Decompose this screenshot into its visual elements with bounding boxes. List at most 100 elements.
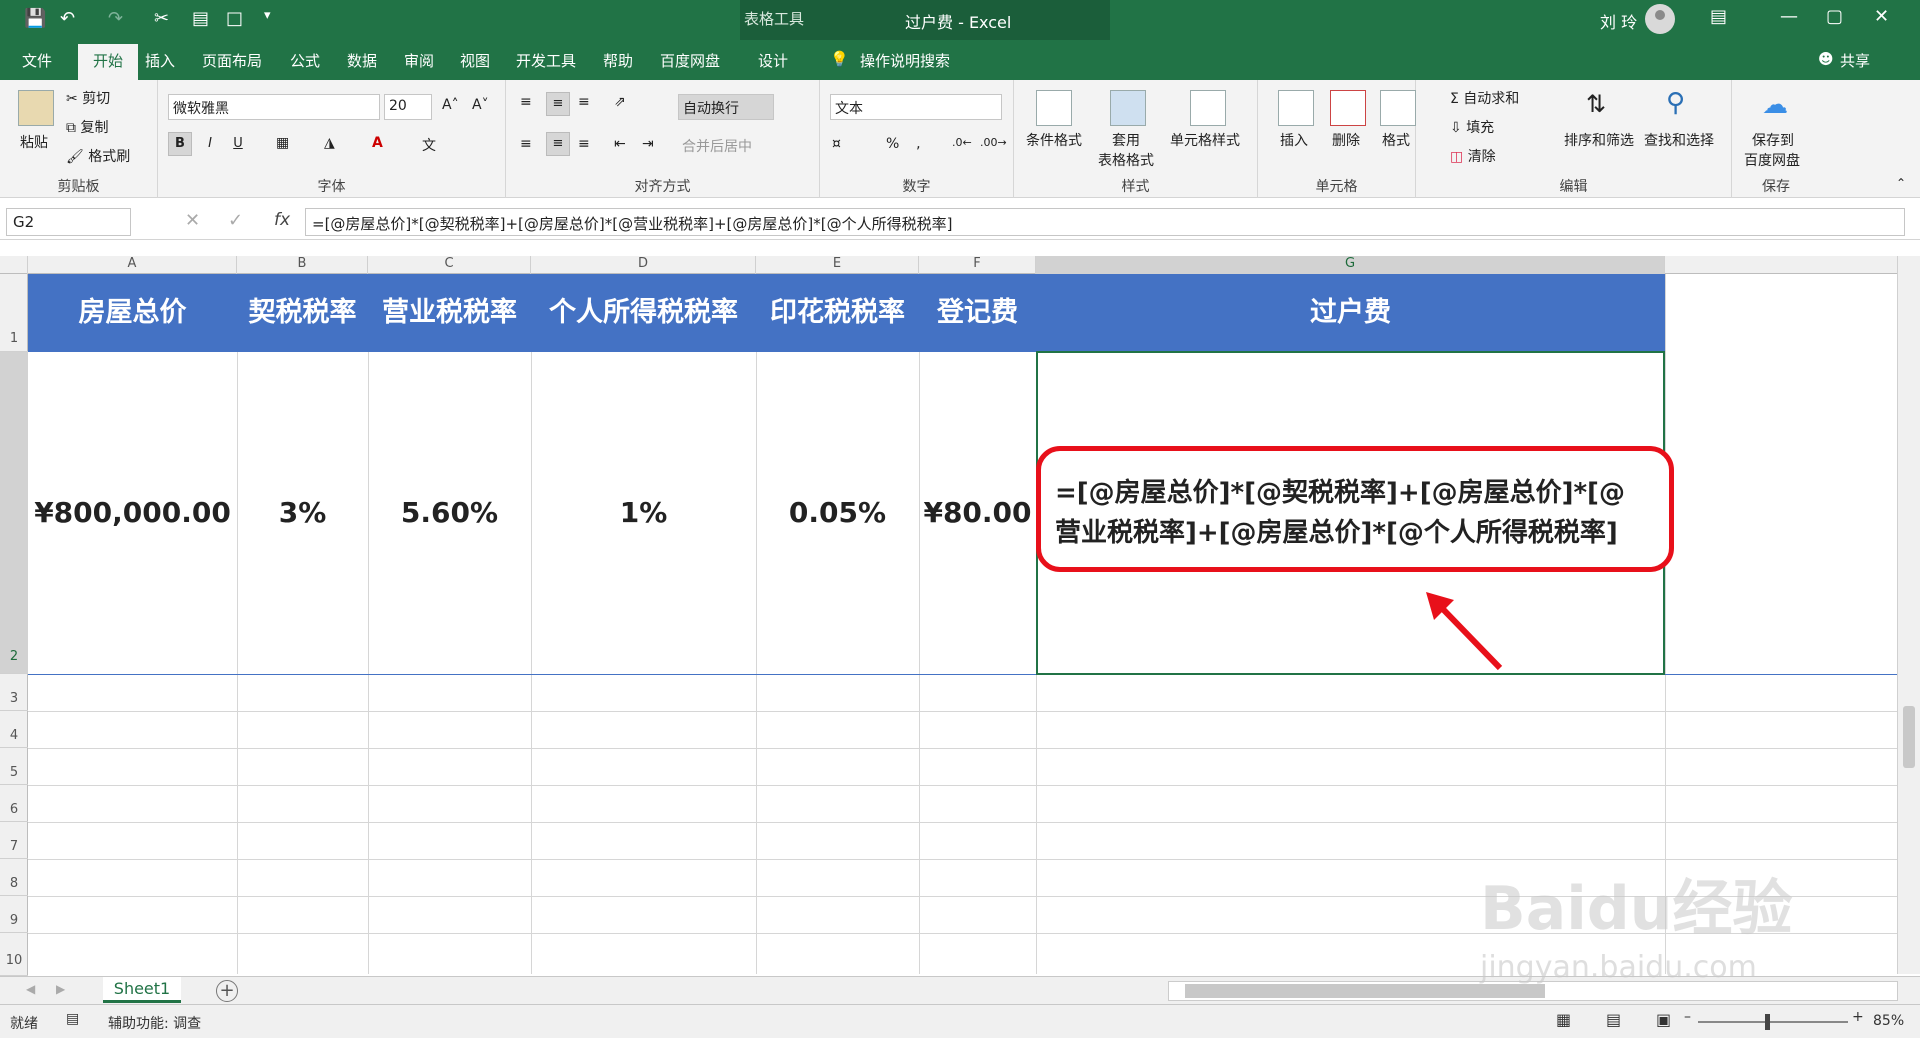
col-header-b[interactable]: B — [237, 256, 368, 274]
merge-center-button[interactable]: 合并后居中 — [682, 136, 752, 156]
header-cell-c1[interactable]: 营业税税率 — [368, 274, 531, 352]
tab-insert[interactable]: 插入 — [145, 50, 175, 71]
user-name[interactable]: 刘 玲 — [1600, 9, 1637, 33]
comma-icon[interactable]: ‚ — [916, 136, 920, 152]
select-all-corner[interactable] — [0, 256, 28, 274]
sheet-tab-sheet1[interactable]: Sheet1 — [103, 977, 181, 1003]
format-cells-button[interactable]: 格式 — [1382, 130, 1410, 150]
save-to-netdisk-line1[interactable]: 保存到 — [1752, 130, 1794, 150]
increase-decimal-icon[interactable]: .0← — [952, 136, 972, 149]
col-header-e[interactable]: E — [756, 256, 919, 274]
cell-a2[interactable]: ¥800,000.00 — [28, 352, 237, 674]
format-cells-icon[interactable] — [1380, 90, 1416, 126]
row-header-9[interactable]: 9 — [0, 896, 28, 933]
name-box[interactable]: G2 — [6, 208, 131, 236]
fill-color-icon[interactable]: ◮ — [324, 135, 335, 151]
zoom-in-icon[interactable]: + — [1852, 1009, 1864, 1025]
autosum-button[interactable]: Σ 自动求和 — [1450, 88, 1519, 108]
conditional-format-button[interactable]: 条件格式 — [1026, 130, 1082, 150]
header-cell-d1[interactable]: 个人所得税税率 — [531, 274, 756, 352]
header-cell-b1[interactable]: 契税税率 — [237, 274, 368, 352]
font-size-select[interactable]: 20 — [384, 94, 432, 120]
decrease-indent-icon[interactable]: ⇤ — [614, 136, 626, 152]
cell-f2[interactable]: ¥80.00 — [919, 352, 1036, 674]
tab-view[interactable]: 视图 — [460, 50, 490, 71]
col-header-f[interactable]: F — [919, 256, 1036, 274]
cancel-icon[interactable]: ✕ — [185, 210, 200, 231]
border-icon[interactable]: ▦ — [276, 135, 289, 151]
find-icon[interactable]: ⚲ — [1666, 88, 1685, 118]
next-sheet-icon[interactable]: ▶ — [56, 982, 65, 996]
delete-cells-button[interactable]: 删除 — [1332, 130, 1360, 150]
header-cell-a1[interactable]: 房屋总价 — [28, 274, 237, 352]
restore-button[interactable]: ▢ — [1826, 6, 1843, 27]
cut-button[interactable]: ✂ 剪切 — [66, 88, 110, 108]
clear-button[interactable]: ◫ 清除 — [1450, 146, 1496, 166]
font-name-select[interactable]: 微软雅黑 — [168, 94, 380, 120]
bold-button[interactable]: B — [168, 132, 192, 156]
paste-icon[interactable] — [18, 90, 54, 126]
minimize-button[interactable]: — — [1780, 6, 1798, 27]
prev-sheet-icon[interactable]: ◀ — [26, 982, 35, 996]
enter-icon[interactable]: ✓ — [228, 210, 243, 231]
italic-button[interactable]: I — [198, 132, 222, 156]
zoom-level[interactable]: 85% — [1873, 1013, 1904, 1029]
row-header-7[interactable]: 7 — [0, 822, 28, 859]
tab-design[interactable]: 设计 — [758, 50, 788, 71]
percent-icon[interactable]: % — [886, 136, 899, 152]
ribbon-display-icon[interactable]: ▤ — [1710, 6, 1727, 27]
currency-icon[interactable]: ¤ — [832, 136, 841, 152]
cell-styles-button[interactable]: 单元格样式 — [1170, 130, 1240, 150]
tab-help[interactable]: 帮助 — [603, 50, 633, 71]
macro-record-icon[interactable]: ▤ — [66, 1011, 79, 1027]
insert-cells-button[interactable]: 插入 — [1280, 130, 1308, 150]
header-cell-e1[interactable]: 印花税税率 — [756, 274, 919, 352]
col-header-a[interactable]: A — [28, 256, 237, 274]
decrease-decimal-icon[interactable]: .00→ — [980, 136, 1007, 149]
preview-icon[interactable]: ▤ — [192, 8, 209, 29]
align-right-icon[interactable]: ≡ — [578, 136, 590, 152]
align-middle-icon[interactable]: ≡ — [546, 92, 570, 116]
format-painter-button[interactable]: 🖌 格式刷 — [66, 146, 130, 166]
fill-button[interactable]: ⇩ 填充 — [1450, 117, 1494, 137]
share-button[interactable]: 共享 — [1840, 50, 1870, 71]
vertical-scroll-thumb[interactable] — [1903, 706, 1915, 768]
decrease-font-icon[interactable]: A˅ — [472, 97, 489, 113]
underline-button[interactable]: U — [226, 132, 250, 156]
row-header-6[interactable]: 6 — [0, 785, 28, 822]
orientation-icon[interactable]: ⇗ — [614, 94, 626, 110]
save-to-netdisk-line2[interactable]: 百度网盘 — [1744, 150, 1800, 170]
normal-view-icon[interactable]: ▦ — [1556, 1010, 1571, 1029]
collapse-ribbon-icon[interactable]: ⌃ — [1896, 176, 1906, 190]
cell-c2[interactable]: 5.60% — [368, 352, 531, 674]
format-as-table-line1[interactable]: 套用 — [1112, 130, 1140, 150]
align-bottom-icon[interactable]: ≡ — [578, 94, 590, 110]
format-as-table-icon[interactable] — [1110, 90, 1146, 126]
find-select-button[interactable]: 查找和选择 — [1644, 130, 1714, 150]
row-header-10[interactable]: 10 — [0, 933, 28, 976]
number-format-select[interactable]: 文本 — [830, 94, 1002, 120]
row-header-5[interactable]: 5 — [0, 748, 28, 785]
tab-data[interactable]: 数据 — [347, 50, 377, 71]
tab-formulas[interactable]: 公式 — [290, 50, 320, 71]
insert-function-icon[interactable]: fx — [274, 210, 290, 230]
sort-filter-button[interactable]: 排序和筛选 — [1564, 130, 1634, 150]
font-color-icon[interactable]: A — [372, 135, 383, 151]
avatar[interactable] — [1645, 4, 1675, 34]
col-header-d[interactable]: D — [531, 256, 756, 274]
baidu-cloud-icon[interactable]: ☁ — [1762, 90, 1788, 120]
tab-file[interactable]: 文件 — [22, 50, 52, 71]
col-header-c[interactable]: C — [368, 256, 531, 274]
add-sheet-button[interactable]: + — [216, 980, 238, 1002]
zoom-slider-knob[interactable] — [1765, 1014, 1770, 1030]
row-header-1[interactable]: 1 — [0, 274, 28, 352]
tab-page-layout[interactable]: 页面布局 — [202, 50, 262, 71]
insert-cells-icon[interactable] — [1278, 90, 1314, 126]
format-as-table-line2[interactable]: 表格格式 — [1098, 150, 1154, 170]
horizontal-scroll-thumb[interactable] — [1185, 984, 1545, 998]
cut-quick-icon[interactable]: ✂ — [154, 8, 169, 29]
cell-d2[interactable]: 1% — [531, 352, 756, 674]
tell-me-search[interactable]: 操作说明搜索 — [860, 50, 950, 71]
cell-e2[interactable]: 0.05% — [756, 352, 919, 674]
row-header-3[interactable]: 3 — [0, 674, 28, 711]
